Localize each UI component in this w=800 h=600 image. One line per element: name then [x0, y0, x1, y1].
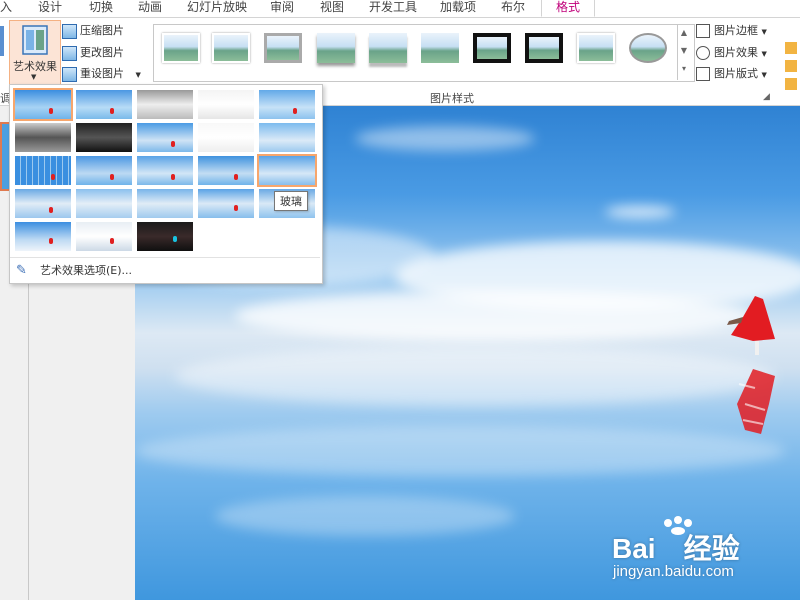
tab-view[interactable]: 视图 [320, 0, 344, 16]
effect-cement[interactable] [76, 156, 132, 185]
reset-picture-icon [62, 66, 77, 82]
picture-style-item[interactable] [525, 33, 563, 63]
change-picture-icon [62, 45, 77, 61]
picture-style-item[interactable] [264, 33, 302, 63]
arrange-group-edge [783, 40, 800, 100]
paintbrush-icon: ✎ [16, 263, 27, 278]
picture-border-label: 图片边框 [714, 24, 758, 37]
picture-style-item[interactable] [212, 33, 250, 63]
effect-pastels-smooth[interactable] [76, 189, 132, 218]
effect-marker[interactable] [76, 90, 132, 119]
picture-style-item[interactable] [577, 33, 615, 63]
picture-style-item[interactable] [629, 33, 667, 63]
artistic-effects-label: 艺术效果 [13, 60, 57, 73]
reset-label: 重设图片 [80, 67, 124, 80]
chevron-down-icon: ▼ [761, 50, 767, 58]
tab-review[interactable]: 审阅 [270, 0, 294, 16]
selection-pane-icon[interactable] [785, 78, 797, 90]
effects-icon [696, 46, 710, 60]
effect-watercolor-sponge[interactable] [137, 222, 193, 251]
ribbon-tabbar: 入 设计 切换 动画 幻灯片放映 审阅 视图 开发工具 加载项 布尔 格式 [0, 0, 800, 18]
send-backward-icon[interactable] [785, 60, 797, 72]
baidu-brand: Bai [612, 533, 656, 564]
tab-developer[interactable]: 开发工具 [369, 0, 417, 16]
layout-icon [696, 67, 710, 81]
chevron-down-icon: ▼ [761, 71, 767, 79]
tab-addins[interactable]: 加载项 [440, 0, 476, 16]
effect-film-grain[interactable] [15, 189, 71, 218]
effect-pencil-grayscale[interactable] [137, 90, 193, 119]
tab-boolean[interactable]: 布尔 [501, 0, 525, 16]
gallery-scroll[interactable]: ▲ ▼ ▾ [677, 24, 690, 80]
effect-crisscross-etching[interactable] [198, 156, 254, 185]
picture-style-item[interactable] [369, 33, 407, 63]
effect-paint-strokes[interactable] [76, 123, 132, 152]
compress-label: 压缩图片 [80, 24, 124, 37]
change-label: 更改图片 [80, 46, 124, 59]
person-reflection [737, 369, 775, 434]
baidu-brand-suffix: 经验 [683, 533, 740, 564]
picture-style-item[interactable] [421, 33, 459, 63]
tab-design[interactable]: 设计 [38, 0, 62, 16]
picture-effects-button[interactable]: 图片效果 ▼ [696, 44, 767, 62]
effect-light-screen[interactable] [76, 222, 132, 251]
effect-paint-brush[interactable] [137, 123, 193, 152]
chevron-down-icon: ▼ [761, 28, 767, 36]
artistic-effects-menu: ✎ 艺术效果选项(E)... [9, 84, 323, 284]
chevron-down-icon[interactable]: ▼ [136, 71, 141, 79]
picture-layout-label: 图片版式 [714, 67, 758, 80]
artistic-effects-button[interactable]: 艺术效果 ▼ [9, 20, 61, 86]
picture-layout-button[interactable]: 图片版式 ▼ [696, 65, 767, 83]
tab-slideshow[interactable]: 幻灯片放映 [187, 0, 247, 16]
effect-texturizer[interactable] [137, 156, 193, 185]
tab-transitions[interactable]: 切换 [89, 0, 113, 16]
effect-blur[interactable] [259, 123, 315, 152]
artistic-effects-icon [22, 25, 48, 55]
picture-styles-group-label: 图片样式 [430, 92, 474, 105]
bring-forward-icon[interactable] [785, 42, 797, 54]
pane-divider [28, 280, 29, 600]
reset-picture-button[interactable]: 重设图片 ▼ [62, 65, 141, 83]
chevron-down-icon: ▼ [31, 73, 37, 81]
person-red-dress [727, 296, 775, 355]
effect-glow-diffused[interactable] [198, 123, 254, 152]
effect-pencil-sketch[interactable] [198, 90, 254, 119]
picture-border-button[interactable]: 图片边框 ▼ [696, 22, 767, 40]
picture-style-item[interactable] [162, 33, 200, 63]
picture-style-item[interactable] [317, 33, 355, 63]
compress-pictures-button[interactable]: 压缩图片 [62, 22, 124, 40]
effect-photocopy[interactable] [198, 189, 254, 218]
scroll-up-icon[interactable]: ▲ [678, 24, 690, 42]
effect-mosaic-bubbles[interactable] [15, 156, 71, 185]
artistic-effects-options[interactable]: ✎ 艺术效果选项(E)... [10, 257, 320, 282]
effect-glass[interactable] [257, 154, 317, 187]
picture-effects-label: 图片效果 [714, 46, 758, 59]
effect-glow-edges[interactable] [15, 222, 71, 251]
effect-cutout[interactable] [137, 189, 193, 218]
border-icon [696, 24, 710, 38]
scroll-down-icon[interactable]: ▼ [678, 42, 690, 60]
left-cut-icon [0, 26, 4, 56]
effect-none[interactable] [13, 88, 73, 121]
effect-tooltip: 玻璃 [274, 191, 308, 211]
artistic-effects-options-label: 艺术效果选项(E)... [40, 264, 133, 277]
baidu-logo: Bai 经验 [612, 527, 740, 567]
effect-line-drawing[interactable] [259, 90, 315, 119]
compress-icon [62, 23, 77, 39]
picture-style-item[interactable] [473, 33, 511, 63]
picture-styles-gallery [153, 24, 695, 82]
gallery-more-icon[interactable]: ▾ [678, 60, 690, 78]
change-picture-button[interactable]: 更改图片 [62, 44, 124, 62]
tab-animations[interactable]: 动画 [138, 0, 162, 16]
dialog-launcher-icon[interactable]: ◢ [763, 92, 770, 102]
baidu-url: jingyan.baidu.com [613, 563, 734, 580]
effect-chalk-sketch[interactable] [15, 123, 71, 152]
tab-format[interactable]: 格式 [541, 0, 596, 17]
tab-insert[interactable]: 入 [0, 0, 12, 16]
